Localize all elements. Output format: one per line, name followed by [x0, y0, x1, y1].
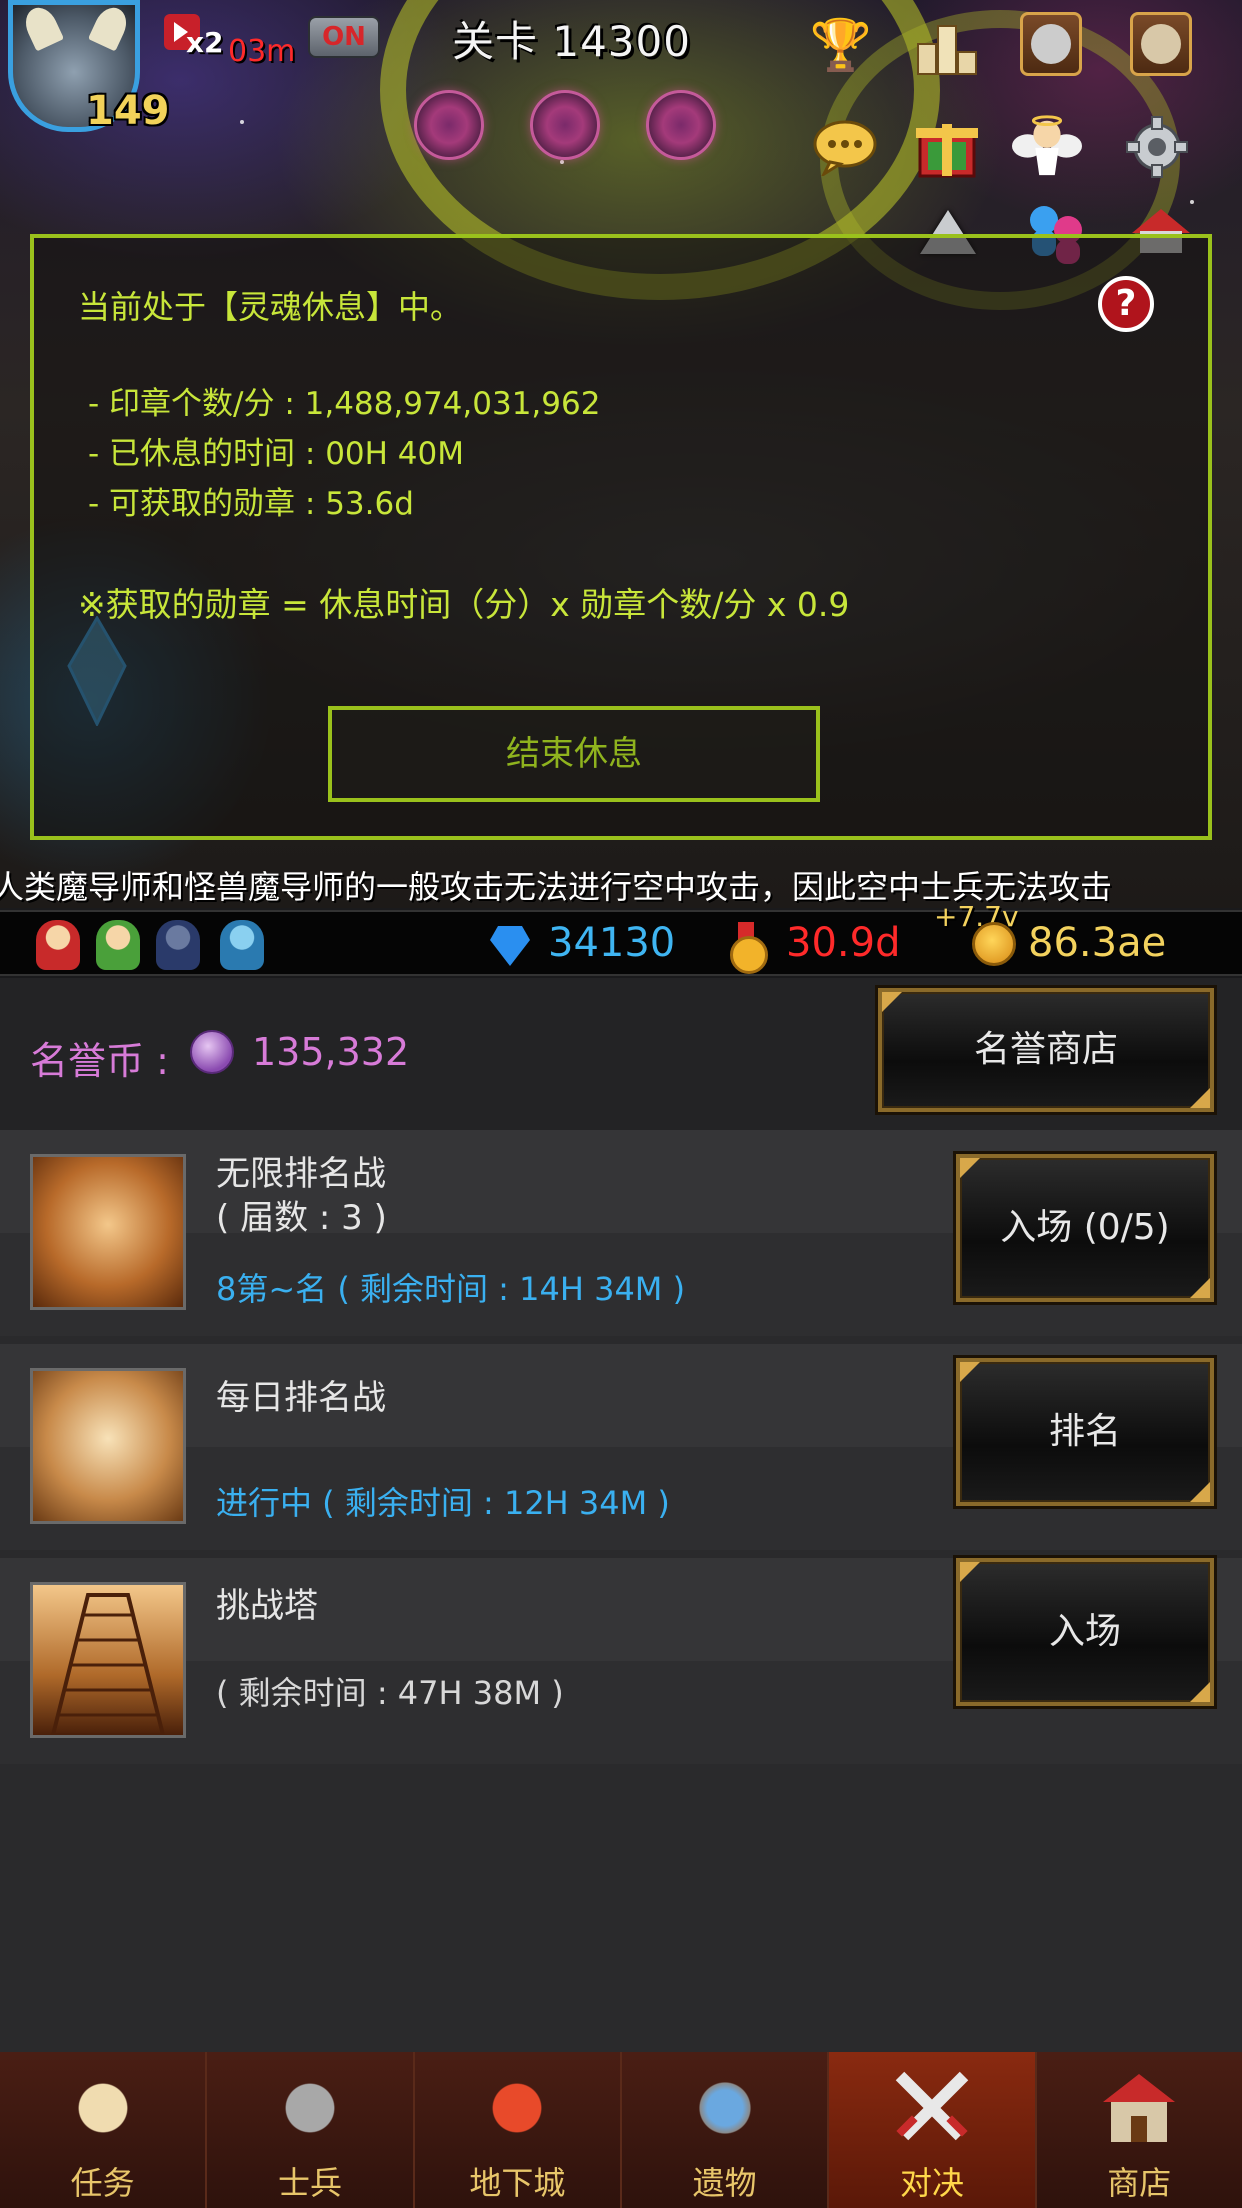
nav-tab-relics[interactable]: 遗物: [621, 2052, 830, 2208]
event-status: 8第~名 ( 剩余时间 : 14H 34M ): [216, 1270, 686, 1308]
relic-orb-icon: [682, 2066, 767, 2150]
nav-label: 商店: [1107, 2164, 1172, 2202]
infinite-ranking-thumbnail: [30, 1154, 186, 1310]
nav-label: 士兵: [277, 2164, 342, 2202]
ranking-podium-icon[interactable]: [912, 10, 982, 80]
nav-tab-battle[interactable]: 对决: [829, 2052, 1037, 2208]
soul-rest-dialog: 当前处于【灵魂休息】中。 ? - 印章个数/分 : 1,488,974,031,…: [30, 234, 1212, 840]
gift-box-icon[interactable]: [912, 112, 982, 182]
help-icon[interactable]: ?: [1098, 276, 1154, 332]
star: [240, 120, 244, 124]
medal-icon: [728, 922, 768, 974]
honor-row: 名誉币 : 135,332 名誉商店: [0, 978, 1242, 1130]
gold-count: 86.3ae: [1028, 920, 1167, 966]
stage-title: 关卡 14300: [452, 17, 691, 66]
gem-count: 34130: [548, 920, 676, 966]
nav-label: 地下城: [469, 2164, 566, 2202]
honor-coin-label: 名誉币 :: [30, 1039, 169, 1083]
enter-infinite-ranking-button[interactable]: 入场 (0/5): [953, 1151, 1217, 1305]
chat-icon[interactable]: [810, 112, 880, 182]
rest-elapsed-time: - 已休息的时间 : 00H 40M: [88, 436, 464, 472]
event-season: ( 届数 : 3 ): [216, 1198, 387, 1238]
gold-coin-icon: [972, 922, 1016, 966]
scroll-icon: [60, 2066, 145, 2150]
event-name: 挑战塔: [216, 1586, 318, 1626]
hero-slot-1-icon[interactable]: [36, 920, 80, 970]
bottom-nav: 任务 士兵 地下城 遗物 对决 商店: [0, 2052, 1242, 2208]
speed-timer: 03m: [228, 34, 296, 69]
event-status: 进行中 ( 剩余时间 : 12H 34M ): [216, 1484, 670, 1522]
shop-house-icon: [1097, 2066, 1181, 2150]
gear-icon[interactable]: [1122, 112, 1192, 182]
seals-per-minute: - 印章个数/分 : 1,488,974,031,962: [88, 386, 601, 422]
event-row-infinite-ranking: 无限排名战 ( 届数 : 3 ) 8第~名 ( 剩余时间 : 14H 34M )…: [0, 1130, 1242, 1336]
angel-icon[interactable]: [1012, 110, 1082, 180]
buff-orb[interactable]: [530, 90, 600, 160]
buff-orb[interactable]: [646, 90, 716, 160]
auto-toggle[interactable]: ON: [308, 16, 380, 58]
hero-slot-4-icon[interactable]: [220, 920, 264, 970]
star: [560, 160, 564, 164]
skill-book-icon[interactable]: [1130, 12, 1192, 76]
crossed-swords-icon: [890, 2066, 974, 2150]
speed-multiplier: x2: [186, 26, 224, 59]
nav-tab-dungeon[interactable]: 地下城: [414, 2052, 622, 2208]
battle-panel: 名誉币 : 135,332 名誉商店 无限排名战 ( 届数 : 3 ) 8第~名…: [0, 978, 1242, 2052]
honor-shop-button[interactable]: 名誉商店: [875, 985, 1217, 1115]
nav-label: 对决: [899, 2164, 964, 2202]
dialog-title: 当前处于【灵魂休息】中。: [78, 288, 463, 326]
hero-level: 149: [86, 88, 170, 134]
gem-icon: [490, 926, 530, 966]
medal-formula: ※获取的勋章 = 休息时间（分）x 勋章个数/分 x 0.9: [78, 585, 850, 624]
medal-count: 30.9d: [786, 920, 901, 966]
resource-bar: 34130 30.9d +7.7v 86.3ae: [0, 900, 1242, 976]
hero-slot-2-icon[interactable]: [96, 920, 140, 970]
honor-coin-icon: [190, 1030, 234, 1074]
helmet-icon: [267, 2066, 352, 2150]
hero-book-icon[interactable]: [1020, 12, 1082, 76]
honor-coin-value: 135,332: [252, 1030, 410, 1074]
nav-label: 遗物: [692, 2164, 757, 2202]
horn-decoration: [87, 2, 133, 52]
nav-label: 任务: [70, 2164, 135, 2202]
event-row-daily-ranking: 每日排名战 进行中 ( 剩余时间 : 12H 34M ) 排名: [0, 1344, 1242, 1550]
daily-ranking-thumbnail: [30, 1368, 186, 1524]
nav-tab-soldiers[interactable]: 士兵: [207, 2052, 415, 2208]
event-name: 每日排名战: [216, 1378, 386, 1418]
monster-plant-icon: [475, 2066, 560, 2150]
event-row-challenge-tower: 挑战塔 ( 剩余时间 : 47H 38M ) 入场: [0, 1555, 1242, 1764]
enter-challenge-tower-button[interactable]: 入场: [953, 1555, 1217, 1709]
nav-tab-shop[interactable]: 商店: [1036, 2052, 1242, 2208]
end-rest-button[interactable]: 结束休息: [328, 706, 820, 802]
hero-slot-3-icon[interactable]: [156, 920, 200, 970]
horn-decoration: [19, 2, 65, 52]
buff-orb[interactable]: [414, 90, 484, 160]
challenge-tower-thumbnail: [30, 1582, 186, 1738]
daily-ranking-button[interactable]: 排名: [953, 1355, 1217, 1509]
trophy-icon[interactable]: 🏆: [806, 10, 876, 80]
event-name: 无限排名战: [216, 1154, 386, 1194]
obtainable-medals: - 可获取的勋章 : 53.6d: [88, 486, 414, 522]
event-status: ( 剩余时间 : 47H 38M ): [216, 1674, 564, 1712]
tip-ticker: 人类魔导师和怪兽魔导师的一般攻击无法进行空中攻击，因此空中士兵无法攻击: [0, 860, 1242, 910]
nav-tab-quest[interactable]: 任务: [0, 2052, 208, 2208]
